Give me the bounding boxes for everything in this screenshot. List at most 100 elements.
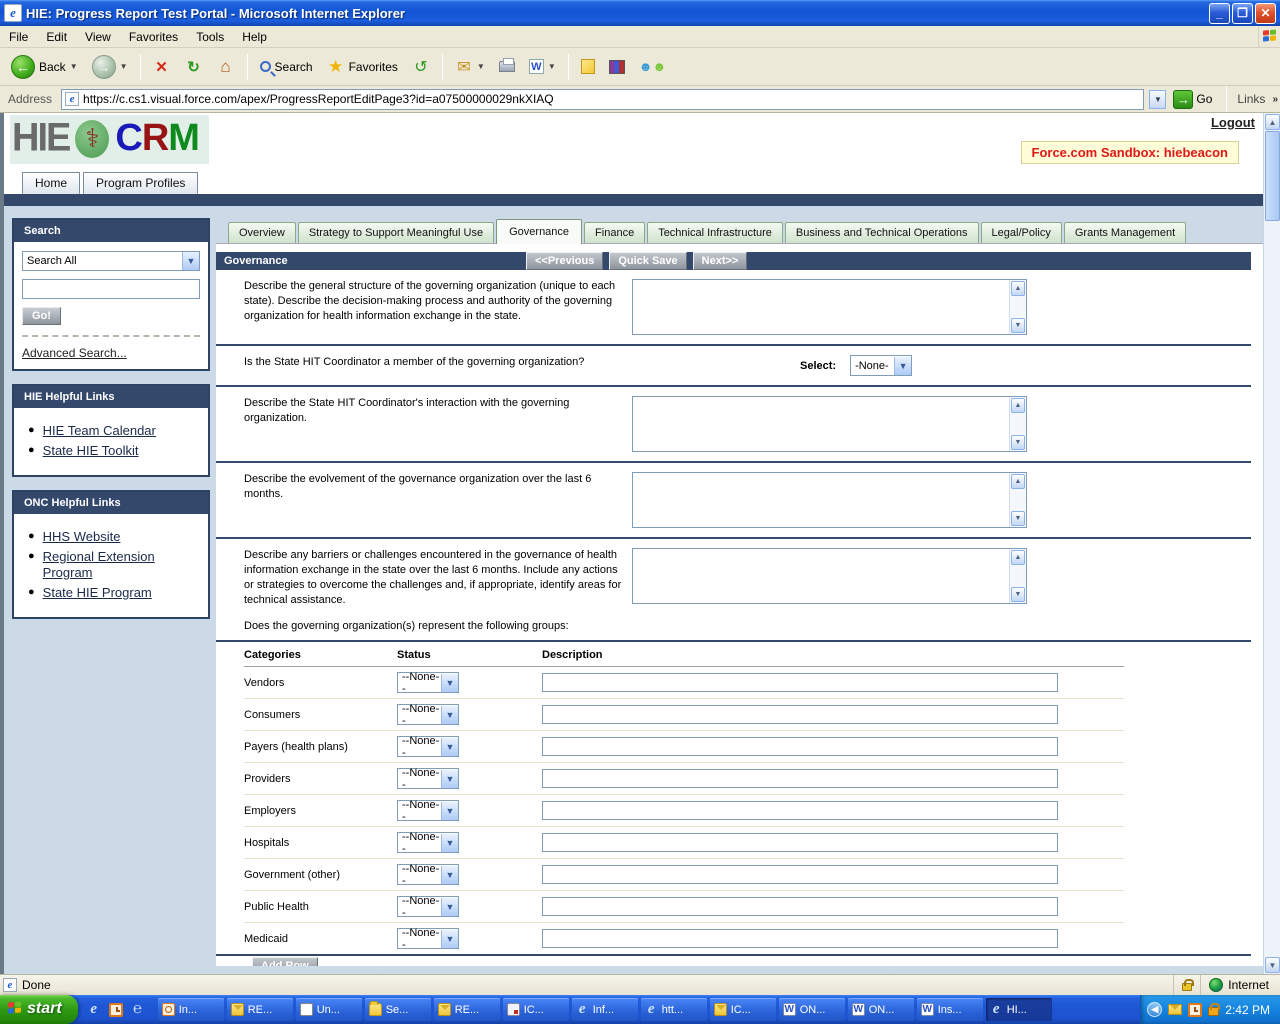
status-select[interactable]: --None--▼ xyxy=(397,800,459,821)
go-button[interactable]: → Go xyxy=(1171,89,1218,110)
restore-button[interactable]: ❐ xyxy=(1232,3,1253,24)
description-input[interactable] xyxy=(542,833,1058,852)
home-button[interactable]: ⌂ xyxy=(212,56,240,78)
next-button[interactable]: Next>> xyxy=(693,252,748,270)
quicklaunch-outlook-icon[interactable]: ℮ xyxy=(130,1002,146,1018)
task-button[interactable]: RE... xyxy=(434,998,500,1021)
tab-strategy-to-support-meaningful-use[interactable]: Strategy to Support Meaningful Use xyxy=(298,222,494,243)
back-dropdown-icon[interactable]: ▼ xyxy=(70,62,78,71)
quicklaunch-journal-icon[interactable] xyxy=(108,1002,124,1018)
task-button[interactable]: eInf... xyxy=(572,998,638,1021)
task-button[interactable]: eHI... xyxy=(986,998,1052,1021)
tab-overview[interactable]: Overview xyxy=(228,222,296,243)
forward-button[interactable]: → ▼ xyxy=(87,53,133,81)
search-button[interactable]: Search xyxy=(255,58,318,76)
answer-textarea[interactable]: ▲▼ xyxy=(632,396,1027,452)
task-button[interactable]: RE... xyxy=(227,998,293,1021)
description-input[interactable] xyxy=(542,769,1058,788)
minimize-button[interactable]: _ xyxy=(1209,3,1230,24)
description-input[interactable] xyxy=(542,897,1058,916)
quicklaunch-ie-icon[interactable]: e xyxy=(86,1002,102,1018)
tray-expand-icon[interactable]: ◀ xyxy=(1147,1002,1162,1017)
task-button[interactable]: Se... xyxy=(365,998,431,1021)
scroll-up-icon[interactable]: ▲ xyxy=(1011,281,1025,296)
textarea-scrollbar[interactable]: ▲▼ xyxy=(1009,397,1026,451)
favorites-button[interactable]: ★ Favorites xyxy=(322,56,403,78)
task-button[interactable]: WON... xyxy=(779,998,845,1021)
edit-word-button[interactable]: W▼ xyxy=(524,57,561,76)
advanced-search-link[interactable]: Advanced Search... xyxy=(22,346,127,360)
task-button[interactable]: WIns... xyxy=(917,998,983,1021)
answer-textarea[interactable]: ▲▼ xyxy=(632,548,1027,604)
nav-tab-program-profiles[interactable]: Program Profiles xyxy=(83,172,198,194)
description-input[interactable] xyxy=(542,801,1058,820)
start-button[interactable]: start xyxy=(0,995,78,1024)
description-input[interactable] xyxy=(542,929,1058,948)
scroll-thumb[interactable] xyxy=(1265,131,1280,221)
status-select[interactable]: --None--▼ xyxy=(397,768,459,789)
add-row-button[interactable]: Add Row xyxy=(252,957,318,966)
task-button[interactable]: ehtt... xyxy=(641,998,707,1021)
scroll-up-icon[interactable]: ▲ xyxy=(1011,474,1025,489)
scroll-down-icon[interactable]: ▼ xyxy=(1011,587,1025,602)
task-button[interactable]: IC... xyxy=(710,998,776,1021)
refresh-button[interactable]: ↻ xyxy=(180,56,208,78)
menu-tools[interactable]: Tools xyxy=(187,27,233,47)
menu-favorites[interactable]: Favorites xyxy=(120,27,187,47)
menu-file[interactable]: File xyxy=(0,27,37,47)
description-input[interactable] xyxy=(542,673,1058,692)
nav-tab-home[interactable]: Home xyxy=(22,172,80,194)
mail-button[interactable]: ✉▼ xyxy=(450,56,490,78)
description-input[interactable] xyxy=(542,865,1058,884)
tab-grants-management[interactable]: Grants Management xyxy=(1064,222,1186,243)
textarea-scrollbar[interactable]: ▲▼ xyxy=(1009,473,1026,527)
close-button[interactable]: ✕ xyxy=(1255,3,1276,24)
answer-textarea[interactable]: ▲▼ xyxy=(632,279,1027,335)
search-go-button[interactable]: Go! xyxy=(22,307,61,325)
research-button[interactable] xyxy=(604,58,630,76)
history-button[interactable]: ↺ xyxy=(407,56,435,78)
task-button[interactable]: In... xyxy=(158,998,224,1021)
scroll-up-icon[interactable]: ▲ xyxy=(1265,114,1280,130)
tray-journal-icon[interactable] xyxy=(1188,1003,1202,1017)
sidebar-link[interactable]: State HIE Program xyxy=(43,585,152,601)
task-button[interactable]: IC... xyxy=(503,998,569,1021)
scroll-down-icon[interactable]: ▼ xyxy=(1011,435,1025,450)
status-select[interactable]: --None--▼ xyxy=(397,672,459,693)
tab-finance[interactable]: Finance xyxy=(584,222,645,243)
tab-business-and-technical-operations[interactable]: Business and Technical Operations xyxy=(785,222,979,243)
word-dropdown-icon[interactable]: ▼ xyxy=(548,62,556,71)
search-input[interactable] xyxy=(22,279,200,299)
discuss-button[interactable] xyxy=(576,57,600,76)
description-input[interactable] xyxy=(542,705,1058,724)
status-select[interactable]: --None--▼ xyxy=(397,832,459,853)
status-select[interactable]: --None--▼ xyxy=(397,928,459,949)
print-button[interactable] xyxy=(494,59,520,74)
sidebar-link[interactable]: HIE Team Calendar xyxy=(43,423,156,439)
page-scrollbar[interactable]: ▲ ▼ xyxy=(1263,113,1280,974)
scroll-down-icon[interactable]: ▼ xyxy=(1011,318,1025,333)
address-input[interactable]: e https://c.cs1.visual.force.com/apex/Pr… xyxy=(61,89,1144,110)
stop-button[interactable]: ✕ xyxy=(148,56,176,78)
sidebar-link[interactable]: State HIE Toolkit xyxy=(43,443,139,459)
textarea-scrollbar[interactable]: ▲▼ xyxy=(1009,280,1026,334)
messenger-button[interactable]: ☻☻ xyxy=(634,57,671,76)
answer-textarea[interactable]: ▲▼ xyxy=(632,472,1027,528)
task-button[interactable]: WON... xyxy=(848,998,914,1021)
status-select[interactable]: --None--▼ xyxy=(397,864,459,885)
back-button[interactable]: ← Back ▼ xyxy=(6,53,83,81)
quick-save-button[interactable]: Quick Save xyxy=(609,252,686,270)
status-select[interactable]: --None--▼ xyxy=(397,896,459,917)
forward-dropdown-icon[interactable]: ▼ xyxy=(120,62,128,71)
menu-view[interactable]: View xyxy=(76,27,120,47)
status-select[interactable]: --None--▼ xyxy=(397,736,459,757)
logout-link[interactable]: Logout xyxy=(1211,115,1255,130)
sidebar-link[interactable]: HHS Website xyxy=(43,529,121,545)
scroll-down-icon[interactable]: ▼ xyxy=(1265,957,1280,973)
previous-button[interactable]: <<Previous xyxy=(526,252,603,270)
tray-lock-icon[interactable] xyxy=(1208,1007,1219,1016)
menu-help[interactable]: Help xyxy=(233,27,276,47)
menu-edit[interactable]: Edit xyxy=(37,27,76,47)
status-select[interactable]: -None-▼ xyxy=(850,355,912,376)
search-scope-select[interactable]: Search All ▼ xyxy=(22,251,200,271)
